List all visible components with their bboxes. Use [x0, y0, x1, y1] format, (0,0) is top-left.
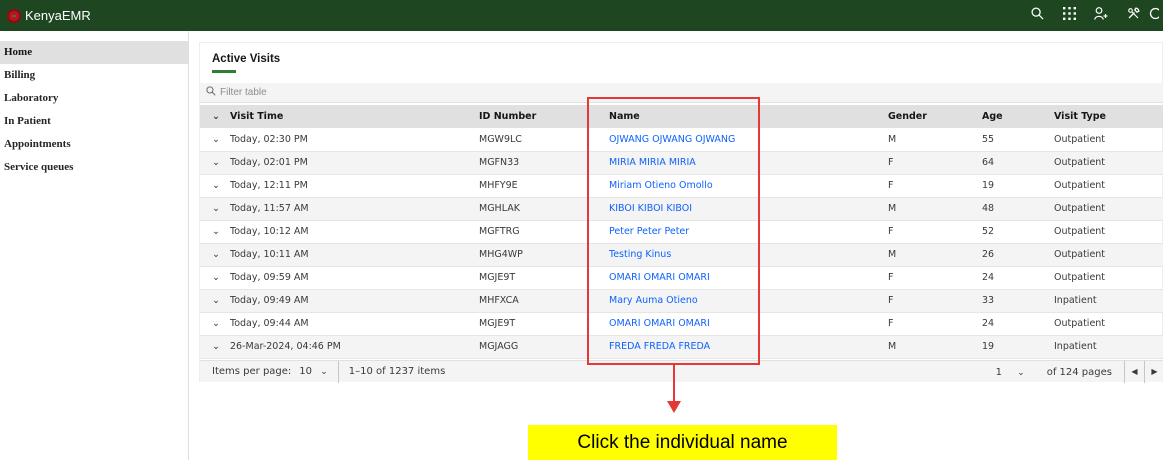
gender-cell: M [888, 203, 897, 214]
name-column-highlight [587, 97, 760, 365]
gender-cell: F [888, 295, 894, 306]
visit-type-cell: Outpatient [1054, 272, 1106, 283]
more-icon[interactable] [1149, 7, 1163, 24]
visit-time-cell: Today, 09:49 AM [230, 295, 309, 306]
tools-icon[interactable] [1117, 7, 1149, 24]
sidebar-item-laboratory[interactable]: Laboratory [0, 87, 188, 110]
age-cell: 26 [982, 249, 995, 260]
visit-time-cell: Today, 09:59 AM [230, 272, 309, 283]
sidebar-item-home[interactable]: Home [0, 41, 188, 64]
column-header-age[interactable]: Age [982, 105, 1054, 128]
age-cell: 64 [982, 157, 995, 168]
age-cell: 19 [982, 341, 995, 352]
row-expand-icon[interactable]: ⌄ [200, 289, 230, 312]
row-expand-icon[interactable]: ⌄ [200, 243, 230, 266]
column-header-visit-time[interactable]: Visit Time [230, 105, 479, 128]
row-expand-icon[interactable]: ⌄ [200, 151, 230, 174]
user-add-icon[interactable] [1085, 7, 1117, 24]
row-expand-icon[interactable]: ⌄ [200, 220, 230, 243]
left-nav: Home Billing Laboratory In Patient Appoi… [0, 31, 189, 460]
sidebar-item-appointments[interactable]: Appointments [0, 133, 188, 156]
items-per-page-label: Items per page: [212, 366, 292, 377]
visit-type-cell: Inpatient [1054, 295, 1097, 306]
annotation-arrow-head-icon [667, 401, 681, 413]
column-header-visit-type[interactable]: Visit Type [1054, 105, 1163, 128]
chevron-down-icon: ⌄ [320, 367, 328, 377]
column-header-gender[interactable]: Gender [888, 105, 982, 128]
sidebar-item-in-patient[interactable]: In Patient [0, 110, 188, 133]
row-expand-icon[interactable]: ⌄ [200, 174, 230, 197]
age-cell: 24 [982, 272, 995, 283]
top-header: KenyaEMR [0, 0, 1163, 31]
visit-time-cell: Today, 09:44 AM [230, 318, 309, 329]
filter-table-input[interactable] [220, 87, 420, 98]
age-cell: 19 [982, 180, 995, 191]
visit-type-cell: Inpatient [1054, 341, 1097, 352]
visit-time-cell: Today, 02:30 PM [230, 133, 308, 145]
row-expand-icon[interactable]: ⌄ [200, 128, 230, 151]
visit-type-cell: Outpatient [1054, 249, 1106, 260]
row-expand-icon[interactable]: ⌄ [200, 266, 230, 289]
visit-time-cell: Today, 12:11 PM [230, 180, 308, 191]
visit-time-cell: Today, 11:57 AM [230, 203, 309, 214]
sidebar-item-billing[interactable]: Billing [0, 64, 188, 87]
row-expand-icon[interactable]: ⌄ [200, 312, 230, 335]
age-cell: 52 [982, 226, 995, 237]
gender-cell: F [888, 272, 894, 283]
total-pages-text: of 124 pages [1046, 366, 1112, 378]
row-expand-icon[interactable]: ⌄ [200, 197, 230, 220]
visit-time-cell: Today, 02:01 PM [230, 157, 308, 168]
brand[interactable]: KenyaEMR [7, 8, 91, 23]
gender-cell: M [888, 133, 897, 145]
age-cell: 24 [982, 318, 995, 329]
gender-cell: F [888, 226, 894, 237]
gender-cell: M [888, 249, 897, 260]
gender-cell: F [888, 157, 894, 168]
visit-type-cell: Outpatient [1054, 133, 1106, 145]
item-range-text: 1–10 of 1237 items [348, 366, 446, 377]
gender-cell: F [888, 318, 894, 329]
page-value: 1 [995, 366, 1002, 378]
page-select[interactable]: 1 ⌄ [996, 367, 1025, 378]
previous-page-button[interactable]: ◀ [1124, 361, 1144, 383]
visit-type-cell: Outpatient [1054, 203, 1106, 214]
header-actions [1021, 0, 1163, 31]
app-grid-icon[interactable] [1053, 7, 1085, 24]
annotation-arrow-line [673, 365, 675, 403]
age-cell: 55 [982, 133, 995, 145]
row-expand-icon[interactable]: ⌄ [200, 335, 230, 358]
visit-time-cell: Today, 10:12 AM [230, 226, 309, 237]
instruction-callout: Click the individual name [528, 425, 837, 460]
gender-cell: F [888, 180, 894, 191]
items-per-page-select[interactable]: 10 ⌄ [299, 366, 327, 377]
visit-type-cell: Outpatient [1054, 180, 1106, 191]
divider [337, 360, 339, 383]
kenyaemr-logo-icon [7, 8, 21, 23]
next-page-button[interactable]: ▶ [1144, 361, 1163, 383]
search-icon [206, 86, 216, 99]
page-controls: 1 ⌄ of 124 pages ◀ ▶ [996, 361, 1163, 383]
visit-type-cell: Outpatient [1054, 226, 1106, 237]
expand-all-toggle[interactable]: ⌄ [200, 105, 230, 128]
age-cell: 48 [982, 203, 995, 214]
items-per-page-value: 10 [299, 366, 313, 377]
visit-type-cell: Outpatient [1054, 157, 1106, 168]
gender-cell: M [888, 341, 897, 352]
chevron-down-icon: ⌄ [1017, 367, 1025, 378]
search-icon[interactable] [1021, 7, 1053, 24]
sidebar-item-service-queues[interactable]: Service queues [0, 156, 188, 179]
visit-time-cell: Today, 10:11 AM [230, 249, 309, 260]
visit-type-cell: Outpatient [1054, 318, 1106, 329]
visit-time-cell: 26-Mar-2024, 04:46 PM [230, 341, 341, 352]
title-underline [212, 70, 236, 73]
brand-name: KenyaEMR [25, 8, 91, 23]
age-cell: 33 [982, 295, 995, 306]
card-title: Active Visits [212, 53, 281, 65]
